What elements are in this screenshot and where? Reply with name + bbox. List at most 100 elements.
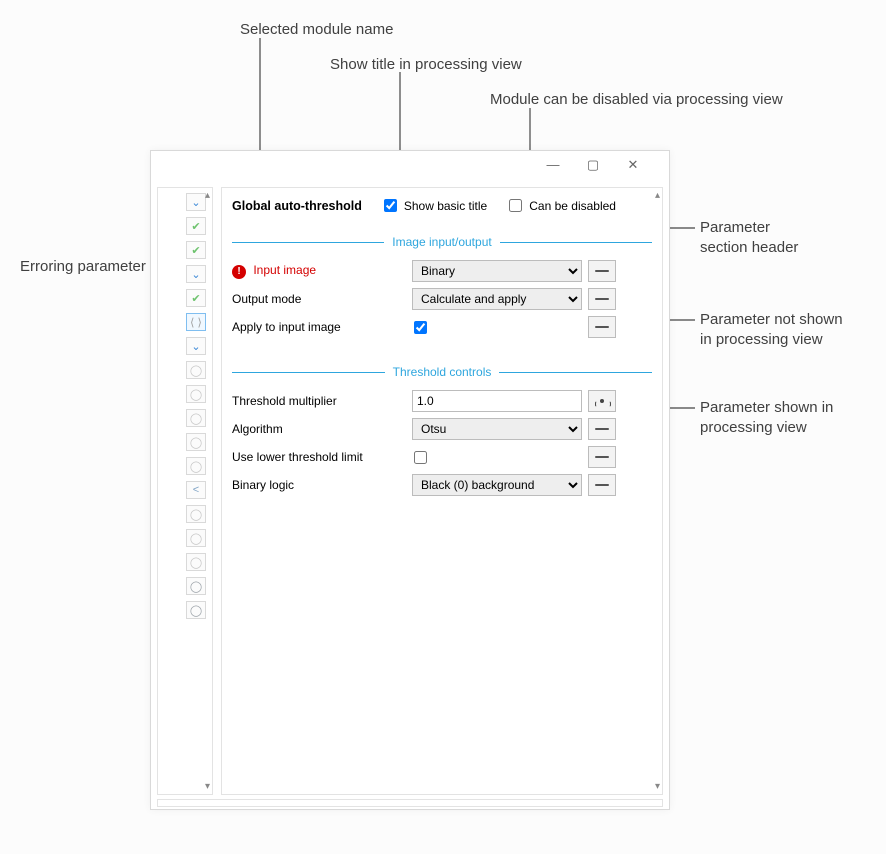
- sidebar-module-selected[interactable]: ⟨ ⟩: [186, 313, 206, 331]
- show-basic-title-label: Show basic title: [404, 199, 487, 213]
- circle-icon: ◯: [190, 364, 202, 377]
- sidebar-module[interactable]: ◯: [186, 433, 206, 451]
- circle-icon: ◯: [190, 412, 202, 425]
- sidebar-module[interactable]: ✔: [186, 241, 206, 259]
- check-circle-icon: ✔: [191, 244, 200, 257]
- circle-icon: ◯: [190, 580, 202, 593]
- threshold-multiplier-input[interactable]: [412, 390, 582, 412]
- module-sidebar: ▴ ⌄ ✔ ✔ ⌄ ✔ ⟨ ⟩ ⌄ ◯ ◯ ◯ ◯ ◯ < ◯ ◯ ◯ ◯ ◯ …: [157, 187, 213, 795]
- sidebar-module[interactable]: ◯: [186, 553, 206, 571]
- brackets-icon: ⟨ ⟩: [190, 316, 202, 329]
- section-header-threshold: Threshold controls: [232, 365, 652, 379]
- parameters-panel: ▴ Global auto-threshold Show basic title…: [221, 187, 663, 795]
- chevron-down-icon: ⌄: [191, 340, 200, 353]
- check-circle-icon: ✔: [191, 292, 200, 305]
- param-algorithm: Algorithm Otsu: [232, 415, 652, 443]
- param-lower-limit: Use lower threshold limit: [232, 443, 652, 471]
- window-titlebar: — ▢ ✕: [151, 151, 669, 181]
- binary-logic-select[interactable]: Black (0) background: [412, 474, 582, 496]
- section-header-io-label: Image input/output: [392, 235, 491, 249]
- section-header-threshold-label: Threshold controls: [393, 365, 492, 379]
- param-label: Apply to input image: [232, 320, 412, 334]
- annotation-param-shown: Parameter shown inprocessing view: [700, 398, 833, 437]
- circle-icon: ◯: [190, 556, 202, 569]
- circle-icon: ◯: [190, 604, 202, 617]
- close-icon[interactable]: ✕: [615, 157, 651, 173]
- error-icon: !: [232, 265, 246, 279]
- module-header-row: Global auto-threshold Show basic title C…: [232, 196, 652, 225]
- section-header-io: Image input/output: [232, 235, 652, 249]
- param-label: ! Input image: [232, 263, 412, 279]
- chevron-down-icon: ⌄: [191, 196, 200, 209]
- maximize-icon[interactable]: ▢: [575, 157, 611, 173]
- param-label: Threshold multiplier: [232, 394, 412, 408]
- can-be-disabled-input[interactable]: [509, 199, 522, 212]
- annotation-can-disable: Module can be disabled via processing vi…: [490, 90, 783, 110]
- eye-open-icon: [595, 396, 609, 406]
- sidebar-module[interactable]: <: [186, 481, 206, 499]
- sidebar-module[interactable]: ◯: [186, 385, 206, 403]
- sidebar-module[interactable]: ⌄: [186, 193, 206, 211]
- eye-closed-icon: [595, 298, 609, 300]
- visibility-toggle[interactable]: [588, 446, 616, 468]
- param-threshold-multiplier: Threshold multiplier: [232, 387, 652, 415]
- eye-closed-icon: [595, 326, 609, 328]
- visibility-toggle[interactable]: [588, 418, 616, 440]
- sidebar-scroll-down-icon[interactable]: ▾: [205, 781, 210, 792]
- visibility-toggle[interactable]: [588, 260, 616, 282]
- sidebar-module[interactable]: ◯: [186, 409, 206, 427]
- param-label: Binary logic: [232, 478, 412, 492]
- chevron-down-icon: ⌄: [191, 268, 200, 281]
- param-apply-input: Apply to input image: [232, 313, 652, 341]
- param-label: Algorithm: [232, 422, 412, 436]
- visibility-toggle[interactable]: [588, 474, 616, 496]
- algorithm-select[interactable]: Otsu: [412, 418, 582, 440]
- annotation-erroring: Erroring parameter: [20, 257, 146, 277]
- visibility-toggle[interactable]: [588, 390, 616, 412]
- param-binary-logic: Binary logic Black (0) background: [232, 471, 652, 499]
- sidebar-module[interactable]: ◯: [186, 457, 206, 475]
- sidebar-module[interactable]: ◯: [186, 361, 206, 379]
- annotation-param-hidden: Parameter not shownin processing view: [700, 310, 843, 349]
- eye-closed-icon: [595, 428, 609, 430]
- minimize-icon[interactable]: —: [535, 157, 571, 172]
- annotation-module-name: Selected module name: [240, 20, 393, 40]
- panel-scroll-up-icon[interactable]: ▴: [655, 190, 660, 201]
- app-window: — ▢ ✕ ▴ ⌄ ✔ ✔ ⌄ ✔ ⟨ ⟩ ⌄ ◯ ◯ ◯ ◯ ◯ < ◯ ◯ …: [150, 150, 670, 810]
- lower-limit-checkbox[interactable]: [414, 451, 427, 464]
- eye-closed-icon: [595, 456, 609, 458]
- show-basic-title-input[interactable]: [384, 199, 397, 212]
- eye-closed-icon: [595, 484, 609, 486]
- check-circle-icon: ✔: [191, 220, 200, 233]
- sidebar-scroll-up-icon[interactable]: ▴: [205, 190, 210, 201]
- visibility-toggle[interactable]: [588, 316, 616, 338]
- sidebar-module[interactable]: ⌄: [186, 265, 206, 283]
- sidebar-module[interactable]: ◯: [186, 577, 206, 595]
- sidebar-module[interactable]: ✔: [186, 289, 206, 307]
- param-input-image: ! Input image Binary: [232, 257, 652, 285]
- sidebar-module[interactable]: ◯: [186, 505, 206, 523]
- show-basic-title-checkbox[interactable]: Show basic title: [380, 196, 487, 215]
- output-mode-select[interactable]: Calculate and apply: [412, 288, 582, 310]
- annotation-show-title: Show title in processing view: [330, 55, 522, 75]
- param-label: Output mode: [232, 292, 412, 306]
- apply-input-checkbox[interactable]: [414, 321, 427, 334]
- annotation-section-header: Parametersection header: [700, 218, 798, 257]
- sidebar-module[interactable]: ⌄: [186, 337, 206, 355]
- sidebar-module[interactable]: ◯: [186, 601, 206, 619]
- param-label: Use lower threshold limit: [232, 450, 412, 464]
- sidebar-module[interactable]: ✔: [186, 217, 206, 235]
- visibility-toggle[interactable]: [588, 288, 616, 310]
- can-be-disabled-checkbox[interactable]: Can be disabled: [505, 196, 616, 215]
- circle-icon: ◯: [190, 508, 202, 521]
- panel-scroll-down-icon[interactable]: ▾: [655, 781, 660, 792]
- input-image-select[interactable]: Binary: [412, 260, 582, 282]
- circle-icon: ◯: [190, 532, 202, 545]
- circle-icon: ◯: [190, 388, 202, 401]
- circle-icon: ◯: [190, 436, 202, 449]
- chevron-left-icon: <: [193, 484, 199, 496]
- can-be-disabled-label: Can be disabled: [529, 199, 616, 213]
- sidebar-module[interactable]: ◯: [186, 529, 206, 547]
- param-output-mode: Output mode Calculate and apply: [232, 285, 652, 313]
- circle-icon: ◯: [190, 460, 202, 473]
